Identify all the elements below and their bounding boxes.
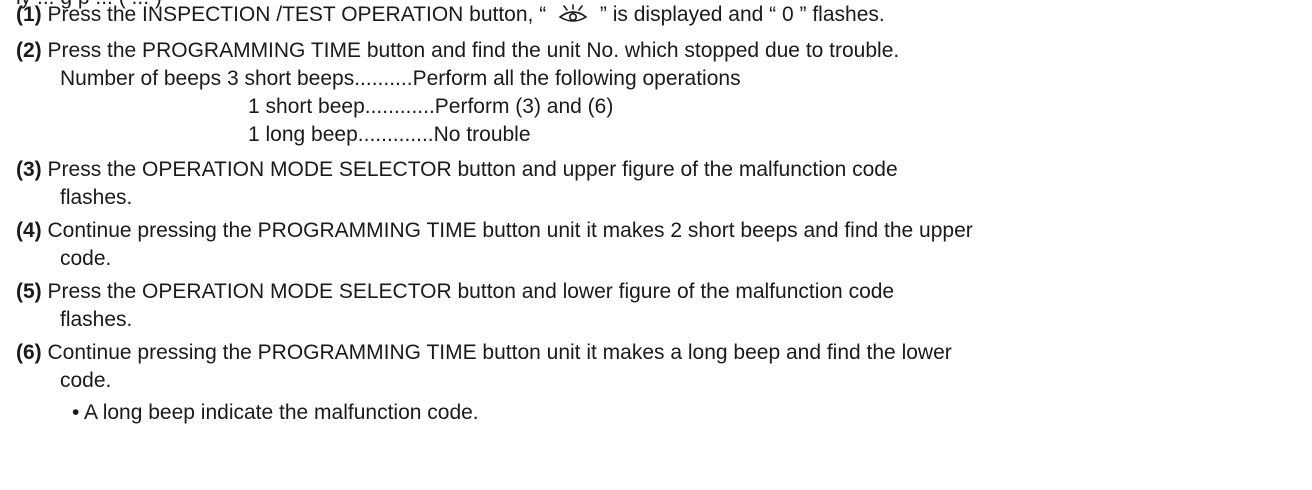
beep-action: Perform all the following operations [412,67,741,90]
step-3-cont: flashes. [60,186,132,210]
step-2: (2) Press the PROGRAMMING TIME button an… [16,39,899,63]
step-5: (5) Press the OPERATION MODE SELECTOR bu… [16,280,894,304]
beeps-label: Number of beeps [60,67,222,90]
beep-action: No trouble [433,123,531,146]
beep-type: 1 long beep [248,123,358,146]
step-number: (6) [16,341,42,364]
step-text: Press the INSPECTION /TEST OPERATION but… [47,3,547,26]
step-text: flashes. [60,308,133,331]
step-text: flashes. [60,186,133,209]
beep-row-1: Number of beeps 3 short beeps..........P… [60,67,741,91]
note-text: • A long beep indicate the malfunction c… [72,401,479,424]
beep-dots: ............. [357,123,434,146]
step-6-cont: code. [60,369,111,393]
step-text: Continue pressing the PROGRAMMING TIME b… [47,219,973,242]
beep-type: 3 short beeps [226,67,355,90]
step-1: (1) Press the INSPECTION /TEST OPERATION… [16,3,885,30]
step-text: Press the OPERATION MODE SELECTOR button… [47,280,895,303]
step-number: (4) [16,219,42,242]
step-4: (4) Continue pressing the PROGRAMMING TI… [16,219,973,243]
step-text: Press the OPERATION MODE SELECTOR button… [47,158,898,181]
step-number: (3) [16,158,42,181]
step-text: Continue pressing the PROGRAMMING TIME b… [47,341,952,364]
step-text-tail: ” is displayed and “ 0 ” flashes. [599,3,885,26]
step-5-cont: flashes. [60,308,132,332]
beep-dots: ............ [364,95,435,118]
step-text: code. [60,247,112,270]
step-number: (1) [16,3,42,26]
beep-row-3: 1 long beep.............No trouble [248,123,531,147]
step-4-cont: code. [60,247,111,271]
step-text: Press the PROGRAMMING TIME button and fi… [47,39,900,62]
step-number: (2) [16,39,42,62]
beep-type: 1 short beep [248,95,365,118]
step-6: (6) Continue pressing the PROGRAMMING TI… [16,341,952,365]
note-bullet: • A long beep indicate the malfunction c… [72,401,479,425]
inspection-eye-icon [556,4,590,30]
step-3: (3) Press the OPERATION MODE SELECTOR bu… [16,158,898,182]
step-number: (5) [16,280,42,303]
beep-action: Perform (3) and (6) [434,95,614,118]
beep-row-2: 1 short beep............Perform (3) and … [248,95,613,119]
instruction-page: ly ... g p ... ( ... ) (1) Press the INS… [0,0,1312,490]
step-text: code. [60,369,112,392]
beep-dots: .......... [354,67,413,90]
